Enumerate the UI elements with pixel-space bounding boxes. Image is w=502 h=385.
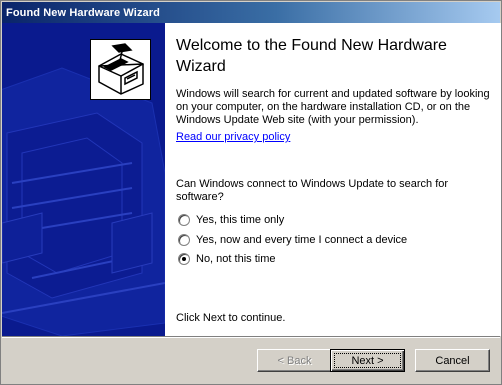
back-button[interactable]: < Back	[257, 349, 332, 372]
title-bar[interactable]: Found New Hardware Wizard	[2, 2, 500, 23]
radio-label-this-time-only: Yes, this time only	[196, 214, 285, 226]
cancel-button[interactable]: Cancel	[415, 349, 490, 372]
radio-label-every-time: Yes, now and every time I connect a devi…	[196, 234, 408, 246]
radio-option-this-time-only[interactable]: Yes, this time only	[178, 214, 284, 226]
privacy-policy-link[interactable]: Read our privacy policy	[176, 131, 290, 143]
hardware-wizard-icon	[90, 39, 151, 100]
wizard-window: Found New Hardware Wizard Welcome to the…	[0, 0, 502, 385]
wizard-sidebar	[2, 23, 165, 336]
radio-selected-dot	[182, 257, 186, 261]
next-button[interactable]: Next >	[330, 349, 405, 372]
radio-label-not-this-time: No, not this time	[196, 253, 276, 265]
wizard-content: Welcome to the Found New Hardware Wizard…	[165, 23, 501, 336]
focus-rectangle	[334, 353, 401, 368]
description-text: Windows will search for current and upda…	[176, 88, 490, 126]
radio-option-not-this-time[interactable]: No, not this time	[178, 253, 275, 265]
radio-option-every-time[interactable]: Yes, now and every time I connect a devi…	[178, 234, 407, 246]
radio-button-not-this-time[interactable]	[178, 253, 190, 265]
radio-button-every-time[interactable]	[178, 234, 190, 246]
continue-instruction: Click Next to continue.	[176, 312, 286, 324]
radio-button-this-time-only[interactable]	[178, 214, 190, 226]
window-title: Found New Hardware Wizard	[6, 6, 160, 19]
update-question: Can Windows connect to Windows Update to…	[176, 178, 449, 203]
page-title: Welcome to the Found New Hardware Wizard	[176, 37, 447, 75]
footer-divider	[2, 336, 500, 338]
